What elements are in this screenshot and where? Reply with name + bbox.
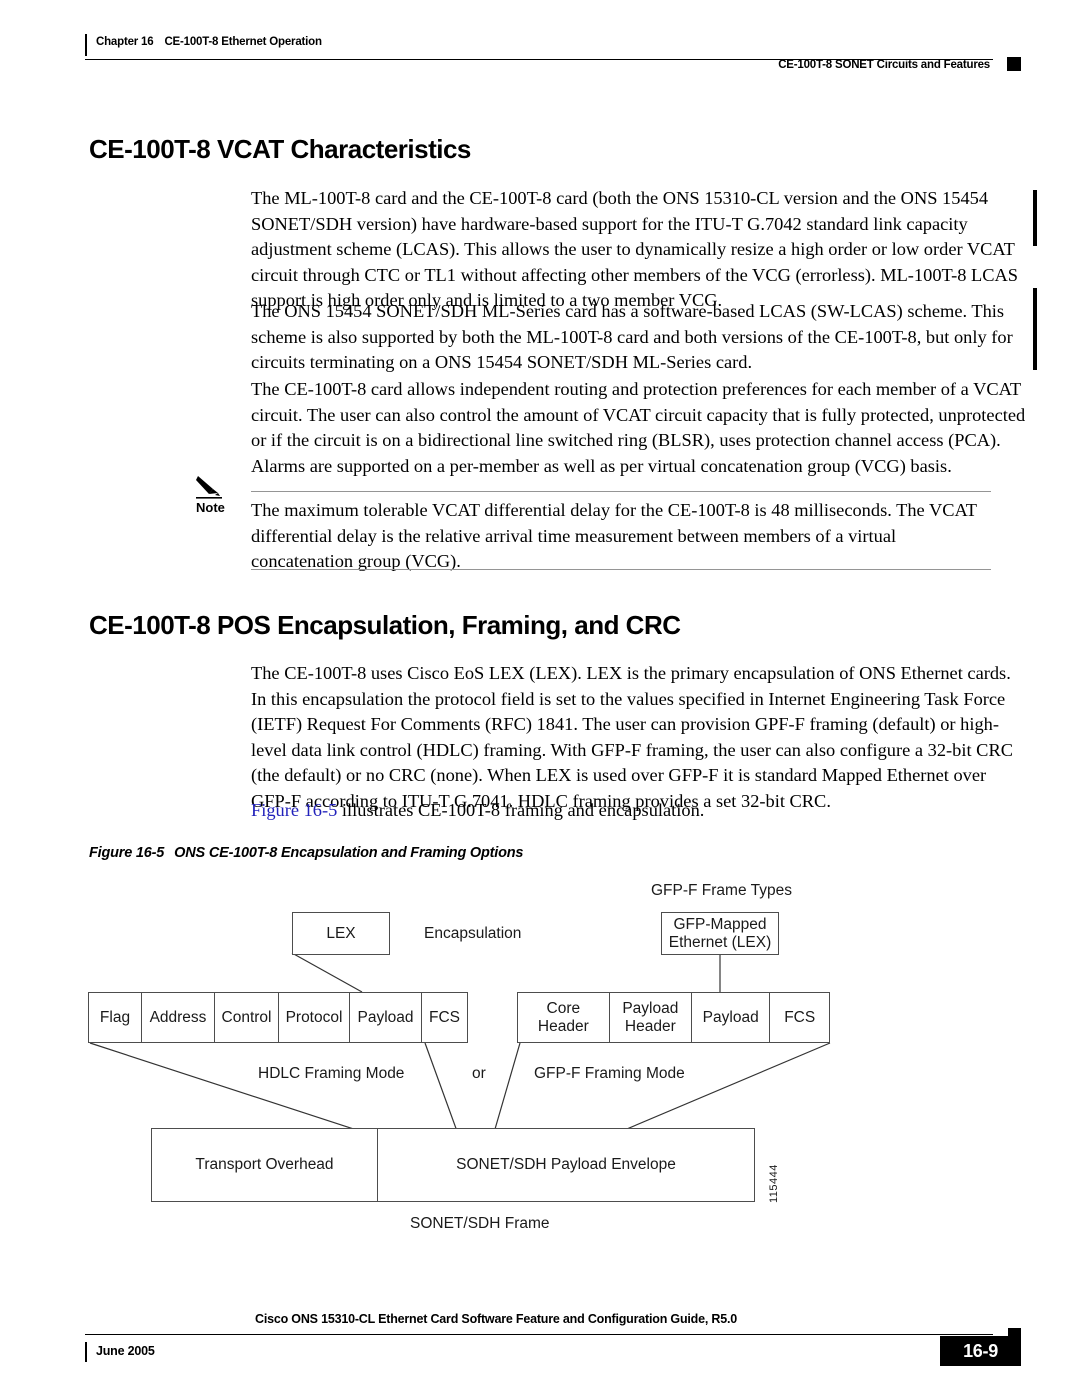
gfp-core-header-line1: Core (546, 999, 581, 1017)
box-gfp-mapped-ethernet: GFP-Mapped Ethernet (LEX) (661, 912, 779, 955)
gfp-field-core-header: Core Header (517, 992, 610, 1043)
footer-date: June 2005 (96, 1344, 155, 1358)
header-section-title: CE-100T-8 SONET Circuits and Features (778, 59, 990, 71)
hdlc-field-fcs: FCS (421, 992, 468, 1043)
figure-reference-text: illustrates CE-100T-8 framing and encaps… (337, 800, 705, 820)
hdlc-field-control: Control (214, 992, 279, 1043)
header-chapter: Chapter 16 CE-100T-8 Ethernet Operation (96, 36, 322, 48)
label-hdlc-framing-mode: HDLC Framing Mode (254, 1065, 409, 1083)
gfp-field-payload: Payload (690, 992, 771, 1043)
pencil-icon (196, 474, 224, 500)
footer-guide-title: Cisco ONS 15310-CL Ethernet Card Softwar… (255, 1312, 737, 1326)
hdlc-frame-row: Flag Address Control Protocol Payload FC… (88, 992, 470, 1043)
change-bar (1033, 288, 1037, 370)
paragraph-lcas-support: The ML-100T-8 card and the CE-100T-8 car… (251, 188, 1018, 311)
label-gfpf-framing-mode: GFP-F Framing Mode (530, 1065, 689, 1083)
hdlc-field-flag: Flag (88, 992, 142, 1043)
heading-vcat-characteristics: CE-100T-8 VCAT Characteristics (89, 134, 471, 164)
header-left-rule (85, 34, 87, 56)
header-chapter-title: CE-100T-8 Ethernet Operation (164, 36, 322, 48)
paragraph-lex-encapsulation: The CE-100T-8 uses Cisco EoS LEX (LEX). … (251, 663, 1013, 811)
label-gfp-frame-types: GFP-F Frame Types (651, 882, 792, 899)
figure-id-number: 115444 (768, 1164, 780, 1203)
figure-caption-title: ONS CE-100T-8 Encapsulation and Framing … (174, 845, 524, 861)
label-encapsulation: Encapsulation (424, 925, 522, 942)
change-bar (1033, 190, 1037, 246)
header-chapter-number: Chapter 16 (96, 36, 154, 48)
gfp-payload-header-line1: Payload (622, 999, 679, 1017)
footer-rule (85, 1334, 993, 1335)
sonet-field-transport-overhead: Transport Overhead (151, 1128, 378, 1202)
hdlc-field-address: Address (141, 992, 215, 1043)
page-footer: Cisco ONS 15310-CL Ethernet Card Softwar… (0, 1300, 1080, 1380)
figure-caption-number: Figure 16-5 (89, 845, 165, 861)
box-gfp-mapped-line1: GFP-Mapped (673, 915, 767, 933)
figure-encapsulation-diagram: GFP-F Frame Types LEX Encapsulation GFP-… (0, 870, 1080, 1260)
note-label: Note (196, 500, 225, 515)
label-or: or (468, 1065, 490, 1083)
footer-page-number: 16-9 (940, 1336, 1021, 1366)
paragraph-sw-lcas: The ONS 15454 SONET/SDH ML-Series card h… (251, 301, 1013, 373)
page-header: Chapter 16 CE-100T-8 Ethernet Operation C… (0, 0, 1080, 90)
sonet-frame-row: Transport Overhead SONET/SDH Payload Env… (151, 1128, 755, 1202)
gfp-field-fcs: FCS (769, 992, 830, 1043)
hdlc-field-payload: Payload (349, 992, 422, 1043)
gfp-frame-row: Core Header Payload Header Payload FCS (517, 992, 830, 1043)
gfp-field-payload-header: Payload Header (608, 992, 692, 1043)
paragraph-routing-protection: The CE-100T-8 card allows independent ro… (251, 379, 1026, 476)
note-text: The maximum tolerable VCAT differential … (251, 500, 977, 572)
box-gfp-mapped-line2: Ethernet (LEX) (668, 933, 772, 951)
note-bottom-rule (251, 569, 991, 570)
figure-caption: Figure 16-5 ONS CE-100T-8 Encapsulation a… (89, 845, 524, 861)
header-marker-square (1007, 57, 1021, 71)
gfp-payload-header-line2: Header (624, 1017, 676, 1035)
heading-pos-encapsulation: CE-100T-8 POS Encapsulation, Framing, an… (89, 610, 681, 640)
label-sonet-sdh-frame: SONET/SDH Frame (410, 1215, 550, 1232)
figure-cross-reference-link[interactable]: Figure 16-5 (251, 800, 337, 820)
footer-left-rule (85, 1342, 87, 1362)
note-top-rule (251, 491, 991, 492)
gfp-core-header-line2: Header (537, 1017, 589, 1035)
hdlc-field-protocol: Protocol (278, 992, 350, 1043)
box-lex: LEX (292, 912, 390, 955)
sonet-field-payload-envelope: SONET/SDH Payload Envelope (377, 1128, 755, 1202)
paragraph-figure-reference: Figure 16-5 illustrates CE-100T-8 framin… (251, 798, 1026, 824)
